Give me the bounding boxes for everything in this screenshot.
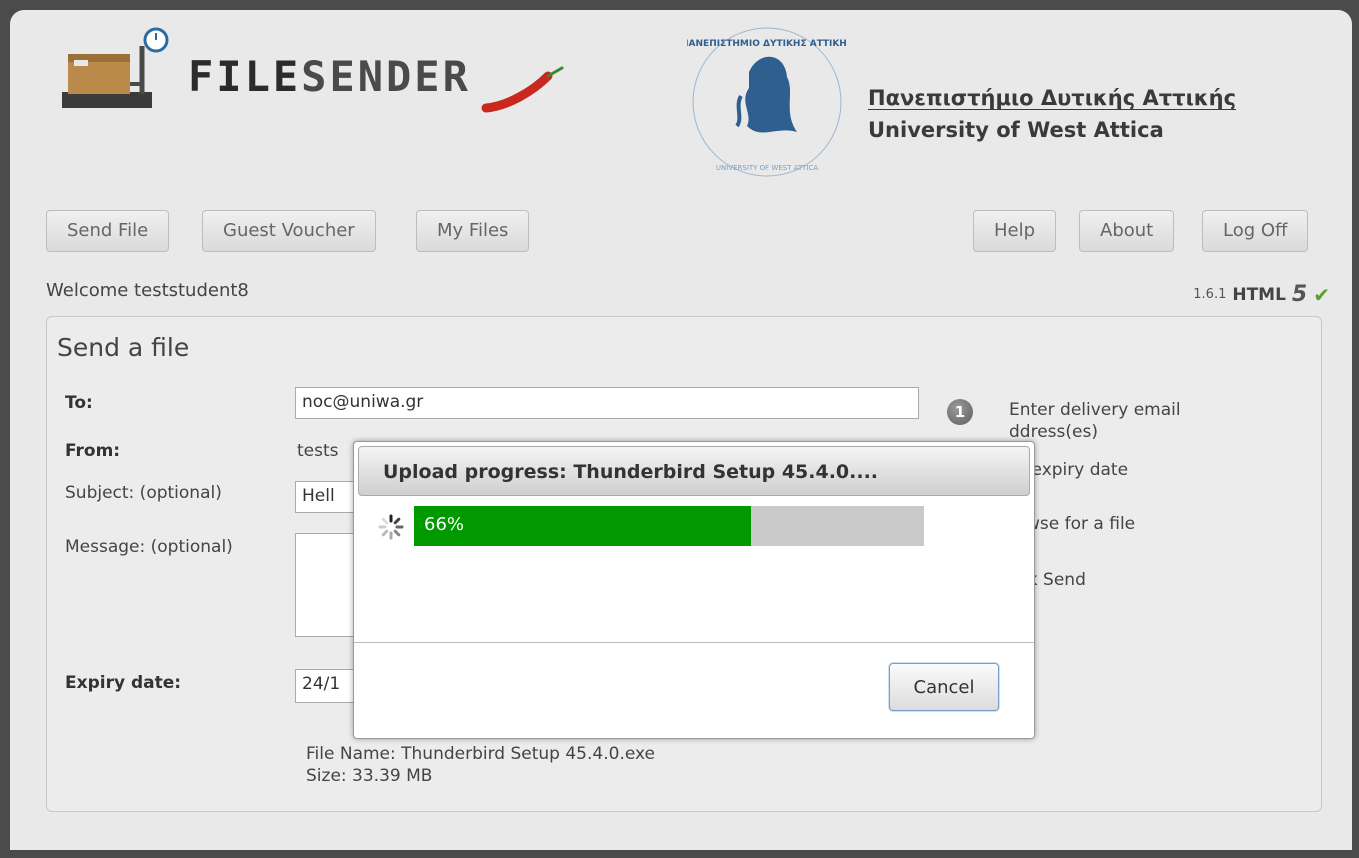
step-1-icon: 1 <box>947 399 973 425</box>
log-off-button[interactable]: Log Off <box>1202 210 1309 252</box>
dialog-title: Upload progress: Thunderbird Setup 45.4.… <box>383 461 879 483</box>
help-button[interactable]: Help <box>973 210 1057 252</box>
step-1-line-1: Enter delivery email <box>1009 400 1181 420</box>
upload-progress-fill <box>414 506 751 546</box>
from-value: tests <box>297 441 339 461</box>
html5-label: HTML <box>1232 284 1286 305</box>
seal-top-text: ΠΑΝΕΠΙΣΤΗΜΙΟ ΔΥΤΙΚΗΣ ΑΤΤΙΚΗΣ <box>687 39 847 49</box>
my-files-button[interactable]: My Files <box>416 210 530 252</box>
upload-progress-dialog: Upload progress: Thunderbird Setup 45.4.… <box>353 441 1035 739</box>
loading-spinner-icon <box>378 514 404 540</box>
html5-five: 5 <box>1291 282 1308 307</box>
cancel-upload-button[interactable]: Cancel <box>889 663 999 711</box>
app-window: FILESENDER ΠΑΝΕΠΙΣΤΗΜΙΟ ΔΥΤΙΚΗΣ ΑΤΤΙΚΗΣ … <box>10 10 1352 850</box>
about-button[interactable]: About <box>1079 210 1175 252</box>
file-info: File Name: Thunderbird Setup 45.4.0.exe … <box>306 743 655 787</box>
step-1-line-2: ddress(es) <box>1009 422 1098 442</box>
filesender-logo[interactable]: FILESENDER <box>58 24 578 134</box>
university-name-english: University of West Attica <box>868 118 1164 142</box>
logo-text: FILESENDER <box>188 52 471 101</box>
file-name: File Name: Thunderbird Setup 45.4.0.exe <box>306 744 655 764</box>
welcome-text: Welcome teststudent8 <box>46 280 249 301</box>
chili-pepper-icon <box>481 66 564 113</box>
version-badge: 1.6.1 HTML 5 ✔ <box>1193 282 1330 307</box>
seal-bottom-text: UNIVERSITY OF WEST ATTICA <box>716 164 818 172</box>
message-label: Message: (optional) <box>65 537 233 557</box>
guest-voucher-button[interactable]: Guest Voucher <box>202 210 376 252</box>
file-size: Size: 33.39 MB <box>306 766 433 786</box>
to-input[interactable]: noc@uniwa.gr <box>295 387 919 419</box>
package-scale-icon <box>62 27 169 108</box>
to-label: To: <box>65 393 93 413</box>
send-file-button[interactable]: Send File <box>46 210 170 252</box>
upload-progress-label: 66% <box>424 514 465 535</box>
step-1-text: Enter delivery email ddress(es) <box>1009 399 1181 443</box>
version-number: 1.6.1 <box>1193 287 1227 302</box>
subject-label: Subject: (optional) <box>65 483 222 503</box>
from-label: From: <box>65 441 121 461</box>
upload-progress-bar: 66% <box>414 506 924 546</box>
panel-title: Send a file <box>57 333 190 362</box>
university-name-greek[interactable]: Πανεπιστήμιο Δυτικής Αττικής <box>868 82 1236 114</box>
university-seal-logo: ΠΑΝΕΠΙΣΤΗΜΙΟ ΔΥΤΙΚΗΣ ΑΤΤΙΚΗΣ UNIVERSITY … <box>687 27 847 177</box>
expiry-date-label: Expiry date: <box>65 673 182 693</box>
university-name[interactable]: Πανεπιστήμιο Δυτικής Αττικής University … <box>868 82 1236 146</box>
dialog-header[interactable]: Upload progress: Thunderbird Setup 45.4.… <box>358 446 1030 496</box>
dialog-divider <box>354 642 1034 643</box>
checkmark-icon: ✔ <box>1313 282 1330 307</box>
